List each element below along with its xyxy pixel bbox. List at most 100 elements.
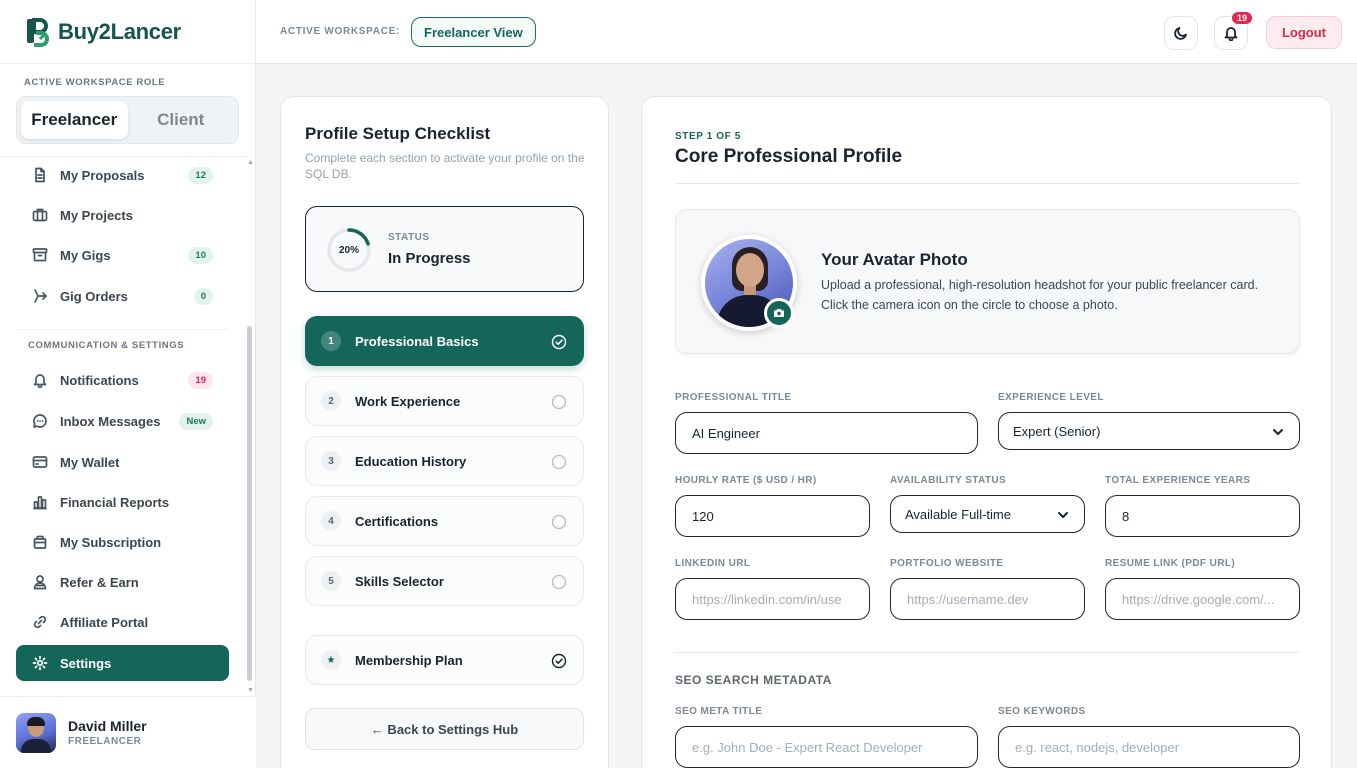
resume-link-input[interactable]: https://drive.google.com/... (1105, 578, 1300, 620)
hourly-rate-input[interactable]: 120 (675, 495, 870, 537)
portfolio-website-label: Portfolio Website (890, 558, 1004, 569)
step-label: Membership Plan (355, 652, 463, 668)
file-icon (35, 167, 45, 183)
role-client-button[interactable]: Client (128, 101, 235, 139)
workspace-view-button[interactable]: Freelancer View (411, 17, 536, 47)
step-number: 2 (321, 391, 341, 411)
step-certifications[interactable]: 4 Certifications (305, 496, 584, 546)
experience-years-label: Total Experience Years (1105, 475, 1251, 486)
theme-toggle-button[interactable] (1164, 16, 1198, 50)
sidebar-item-label: Financial Reports (60, 494, 170, 510)
portfolio-website-input[interactable]: https://username.dev (890, 578, 1085, 620)
users-icon (33, 575, 47, 590)
workspace-label: ACTIVE WORKSPACE: (280, 26, 401, 37)
brand-name: Buy2Lancer (58, 18, 181, 44)
sidebar-item-gig-orders[interactable]: Gig Orders 0 (16, 278, 229, 314)
user-role: FREELANCER (68, 736, 142, 747)
scroll-up-icon[interactable]: ▲ (247, 159, 254, 166)
sidebar-item-label: My Gigs (60, 247, 111, 263)
sidebar-item-my-projects[interactable]: My Projects (16, 197, 229, 233)
sidebar-item-label: Gig Orders (60, 288, 128, 304)
bell-icon (1224, 27, 1238, 41)
chat-icon (33, 414, 47, 428)
step-education-history[interactable]: 3 Education History (305, 436, 584, 486)
archive-icon (32, 248, 48, 262)
sidebar-item-financial-reports[interactable]: Financial Reports (16, 484, 229, 520)
sidebar-item-label: Affiliate Portal (60, 614, 149, 630)
experience-level-value: Expert (Senior) (1013, 423, 1101, 439)
profile-checklist-card: Profile Setup Checklist Complete each se… (280, 96, 609, 768)
scroll-down-icon[interactable]: ▼ (247, 687, 254, 694)
seo-section-title: SEO SEARCH METADATA (675, 673, 832, 687)
gigs-count-badge: 10 (188, 246, 213, 264)
experience-years-input[interactable]: 8 (1105, 495, 1300, 537)
seo-keywords-input[interactable]: e.g. react, nodejs, developer (998, 726, 1300, 768)
seo-keywords-label: SEO Keywords (998, 706, 1086, 717)
camera-upload-button[interactable] (764, 298, 794, 328)
avatar (16, 712, 56, 753)
sidebar-scrollbar[interactable]: ▲ ▼ (246, 156, 254, 696)
checklist-subtitle: Complete each section to activate your p… (305, 151, 585, 181)
step-skills-selector[interactable]: 5 Skills Selector (305, 556, 584, 606)
notifications-count-badge: 19 (188, 371, 213, 389)
step-label: Professional Basics (355, 333, 479, 349)
sidebar-item-my-wallet[interactable]: My Wallet (16, 444, 229, 480)
empty-circle-icon (551, 394, 567, 410)
avatar-description: Upload a professional, high-resolution h… (821, 278, 1259, 312)
linkedin-url-label: LinkedIn URL (675, 558, 751, 569)
sidebar: Buy2Lancer ACTIVE WORKSPACE ROLE Freelan… (0, 0, 256, 768)
linkedin-url-input[interactable]: https://linkedin.com/in/use (675, 578, 870, 620)
hourly-rate-label: Hourly Rate ($ USD / HR) (675, 475, 817, 486)
seo-meta-title-input[interactable]: e.g. John Doe - Expert React Developer (675, 726, 978, 768)
divider (675, 652, 1300, 653)
experience-level-label: Experience Level (998, 392, 1104, 403)
wallet-icon (32, 456, 48, 468)
step-label: Skills Selector (355, 573, 444, 589)
role-freelancer-button[interactable]: Freelancer (21, 101, 128, 139)
step-label: Certifications (355, 513, 439, 529)
empty-circle-icon (551, 574, 567, 590)
empty-circle-icon (551, 514, 567, 530)
availability-status-select[interactable]: Available Full-time (890, 495, 1085, 533)
brand[interactable]: Buy2Lancer (0, 0, 255, 64)
back-to-settings-button[interactable]: ← Back to Settings Hub (305, 708, 584, 750)
section-label: COMMUNICATION & SETTINGS (28, 340, 185, 351)
scroll-thumb[interactable] (247, 326, 252, 681)
user-profile[interactable]: David Miller FREELANCER (0, 696, 256, 768)
sidebar-item-label: My Projects (60, 207, 133, 223)
sidebar-item-my-subscription[interactable]: My Subscription (16, 524, 229, 560)
check-circle-icon (551, 653, 567, 669)
sidebar-item-label: Notifications (60, 372, 139, 388)
package-icon (33, 535, 47, 549)
seo-meta-title-label: SEO Meta Title (675, 706, 763, 717)
sidebar-item-my-gigs[interactable]: My Gigs 10 (16, 237, 229, 273)
step-work-experience[interactable]: 2 Work Experience (305, 376, 584, 426)
step-number: 4 (321, 511, 341, 531)
status-key: STATUS (388, 232, 430, 243)
experience-level-select[interactable]: Expert (Senior) (998, 412, 1300, 450)
step-indicator: STEP 1 OF 5 (675, 131, 741, 142)
notifications-button[interactable]: 19 (1214, 11, 1253, 50)
top-header: ACTIVE WORKSPACE: Freelancer View 19 Log… (256, 0, 1357, 64)
avatar-title: Your Avatar Photo (821, 250, 968, 269)
sidebar-item-affiliate-portal[interactable]: Affiliate Portal (16, 604, 229, 640)
step-number: 5 (321, 571, 341, 591)
notification-count-badge: 19 (1230, 11, 1253, 25)
sidebar-item-refer-earn[interactable]: Refer & Earn (16, 564, 229, 600)
camera-icon (774, 309, 784, 317)
sidebar-item-label: My Subscription (60, 534, 162, 550)
core-profile-form-card: STEP 1 OF 5 Core Professional Profile Yo… (641, 96, 1332, 768)
logout-button[interactable]: Logout (1266, 16, 1342, 49)
chevron-down-icon (1273, 429, 1283, 435)
checklist-title: Profile Setup Checklist (305, 124, 491, 143)
step-professional-basics[interactable]: 1 Professional Basics (305, 316, 584, 366)
sidebar-item-settings[interactable]: Settings (16, 645, 229, 681)
sidebar-item-inbox-messages[interactable]: Inbox Messages New (16, 403, 229, 439)
professional-title-input[interactable]: AI Engineer (675, 412, 978, 454)
step-membership-plan[interactable]: ★ Membership Plan (305, 635, 584, 685)
sidebar-item-notifications[interactable]: Notifications 19 (16, 362, 229, 398)
avatar-upload-box: Your Avatar Photo Upload a professional,… (675, 209, 1300, 354)
orders-count-badge: 0 (193, 287, 213, 305)
sidebar-item-my-proposals[interactable]: My Proposals 12 (16, 157, 229, 193)
nav-divider (16, 329, 229, 330)
